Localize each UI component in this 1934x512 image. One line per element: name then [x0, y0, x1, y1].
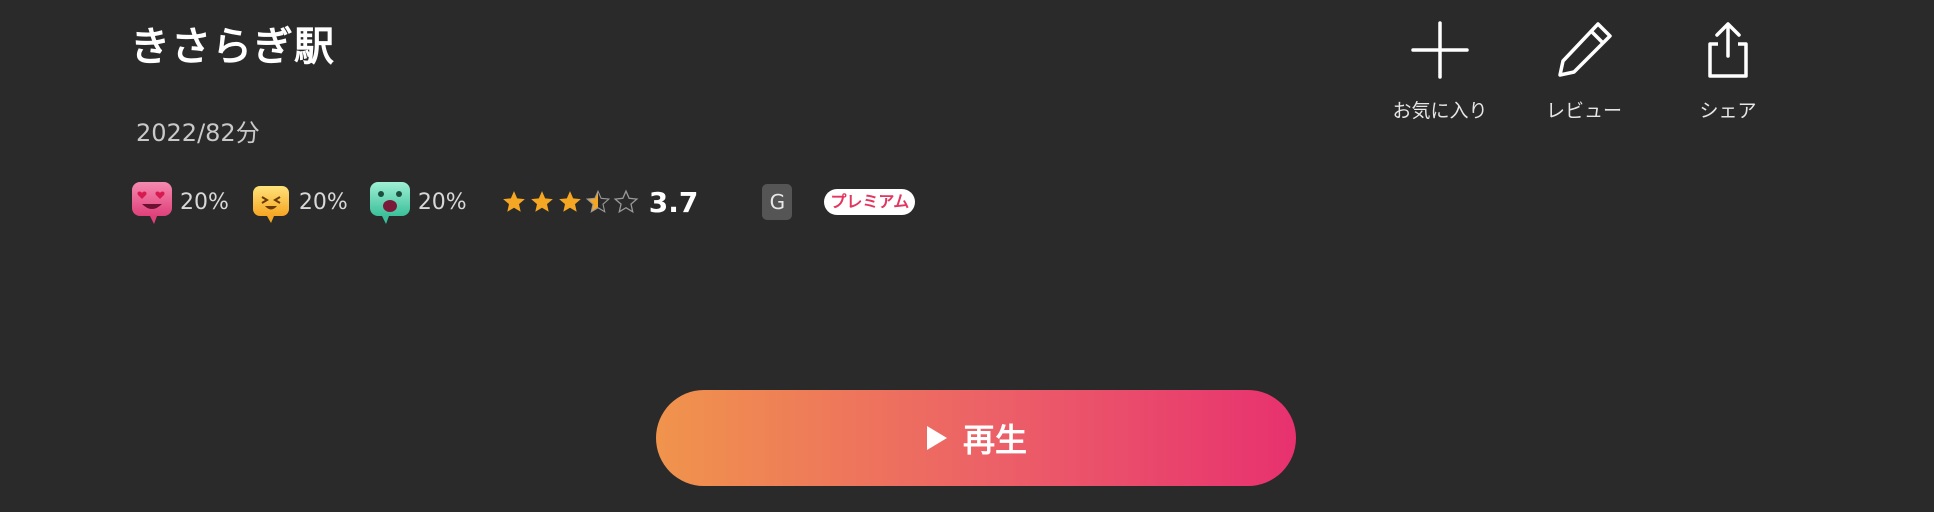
pencil-icon [1558, 22, 1612, 77]
review-button[interactable]: レビュー [1524, 20, 1644, 123]
reaction-laugh[interactable]: 20% [249, 180, 348, 224]
reaction-love-percent: 20% [180, 189, 229, 215]
star-empty-icon [613, 189, 639, 214]
share-button[interactable]: シェア [1668, 20, 1788, 123]
scared-reaction-icon [369, 182, 410, 224]
play-icon [926, 426, 947, 450]
star-rating: 3.7 [501, 185, 699, 219]
review-label: レビュー [1545, 100, 1622, 122]
info-row: 20% 20% 20% 3.7 G プレミアム [130, 180, 916, 224]
favorite-label: お気に入り [1392, 100, 1488, 122]
reaction-laugh-percent: 20% [298, 189, 348, 215]
heart-eyes-reaction-icon [132, 182, 172, 224]
play-label: 再生 [962, 421, 1027, 459]
favorite-button[interactable]: お気に入り [1380, 20, 1500, 123]
star-full-icon [558, 191, 581, 212]
share-label: シェア [1699, 100, 1757, 122]
age-rating-badge: G [762, 184, 793, 220]
reaction-scared-percent: 20% [417, 189, 467, 215]
star-full-icon [530, 191, 553, 212]
laughing-reaction-icon [252, 186, 289, 223]
star-half-icon [585, 189, 610, 213]
page-title: きさらぎ駅 [130, 24, 335, 70]
plus-icon [1411, 21, 1469, 79]
premium-badge: プレミアム [824, 189, 916, 215]
share-icon [1708, 22, 1748, 78]
play-button[interactable]: 再生 [656, 390, 1296, 486]
reaction-scared[interactable]: 20% [368, 180, 467, 224]
year-duration: 2022/82分 [136, 119, 260, 147]
reaction-love[interactable]: 20% [130, 180, 229, 224]
action-bar: お気に入り レビュー シェア [1380, 20, 1788, 123]
star-full-icon [502, 191, 525, 212]
rating-score: 3.7 [648, 185, 699, 219]
